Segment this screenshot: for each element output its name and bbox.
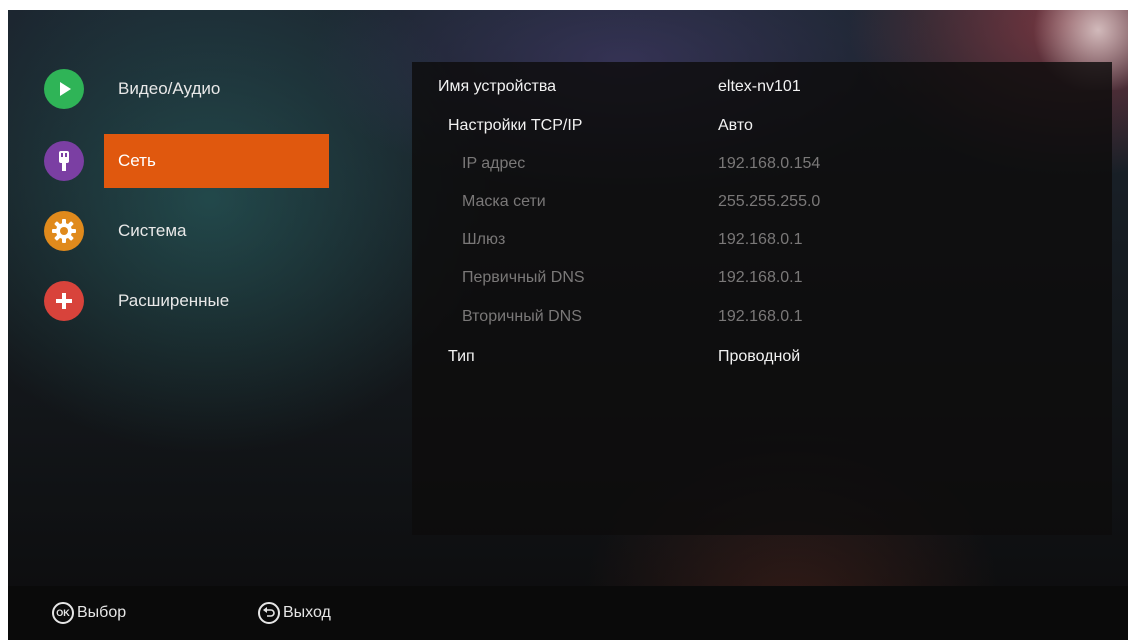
sidebar-item-video-audio[interactable]: Видео/Аудио: [44, 62, 344, 116]
setting-row-device-name[interactable]: Имя устройства eltex-nv101: [412, 68, 1112, 106]
select-label: Выбор: [77, 604, 127, 621]
sidebar-item-system[interactable]: Система: [44, 204, 344, 258]
select-hint[interactable]: OK Выбор: [52, 600, 126, 626]
play-icon: [44, 69, 84, 109]
setting-label: Имя устройства: [438, 78, 557, 95]
setting-row-subnet-mask: Маска сети 255.255.255.0: [412, 183, 1112, 221]
exit-hint[interactable]: Выход: [258, 600, 331, 626]
setting-row-tcpip[interactable]: Настройки TCP/IP Авто: [412, 107, 1112, 145]
setting-value: Авто: [718, 117, 753, 134]
plus-icon: [44, 281, 84, 321]
back-arrow-icon: [258, 602, 280, 624]
setting-row-secondary-dns: Вторичный DNS 192.168.0.1: [412, 298, 1112, 336]
sidebar-item-advanced[interactable]: Расширенные: [44, 274, 344, 328]
setting-value: 192.168.0.1: [718, 308, 803, 325]
sidebar-item-label: Расширенные: [118, 291, 230, 310]
setting-label: Маска сети: [462, 193, 546, 210]
setting-label: Первичный DNS: [462, 269, 585, 286]
setting-label: IP адрес: [462, 155, 526, 172]
sidebar-item-network[interactable]: Сеть: [44, 134, 344, 188]
setting-value: 192.168.0.1: [718, 231, 803, 248]
setting-label: Шлюз: [462, 231, 506, 248]
sidebar-item-label: Видео/Аудио: [118, 79, 221, 98]
footer-bar: OK Выбор Выход: [8, 586, 1128, 640]
ok-button-icon: OK: [52, 602, 74, 624]
setting-value: 192.168.0.1: [718, 269, 803, 286]
setting-row-ip-address: IP адрес 192.168.0.154: [412, 145, 1112, 183]
settings-screen: Видео/Аудио Сеть Система Расширенные Имя…: [8, 10, 1128, 640]
network-plug-icon: [44, 141, 84, 181]
network-settings-panel: Имя устройства eltex-nv101 Настройки TCP…: [412, 62, 1112, 535]
gear-icon: [44, 211, 84, 251]
setting-label: Тип: [448, 348, 475, 365]
exit-label: Выход: [283, 604, 331, 621]
setting-value: 255.255.255.0: [718, 193, 821, 210]
setting-value: eltex-nv101: [718, 78, 801, 95]
setting-value: 192.168.0.154: [718, 155, 821, 172]
sidebar-item-label: Сеть: [118, 151, 156, 170]
setting-row-type[interactable]: Тип Проводной: [412, 338, 1112, 376]
setting-label: Вторичный DNS: [462, 308, 582, 325]
setting-label: Настройки TCP/IP: [448, 117, 583, 134]
setting-value: Проводной: [718, 348, 801, 365]
setting-row-primary-dns: Первичный DNS 192.168.0.1: [412, 259, 1112, 297]
setting-row-gateway: Шлюз 192.168.0.1: [412, 221, 1112, 259]
sidebar-item-label: Система: [118, 221, 187, 240]
